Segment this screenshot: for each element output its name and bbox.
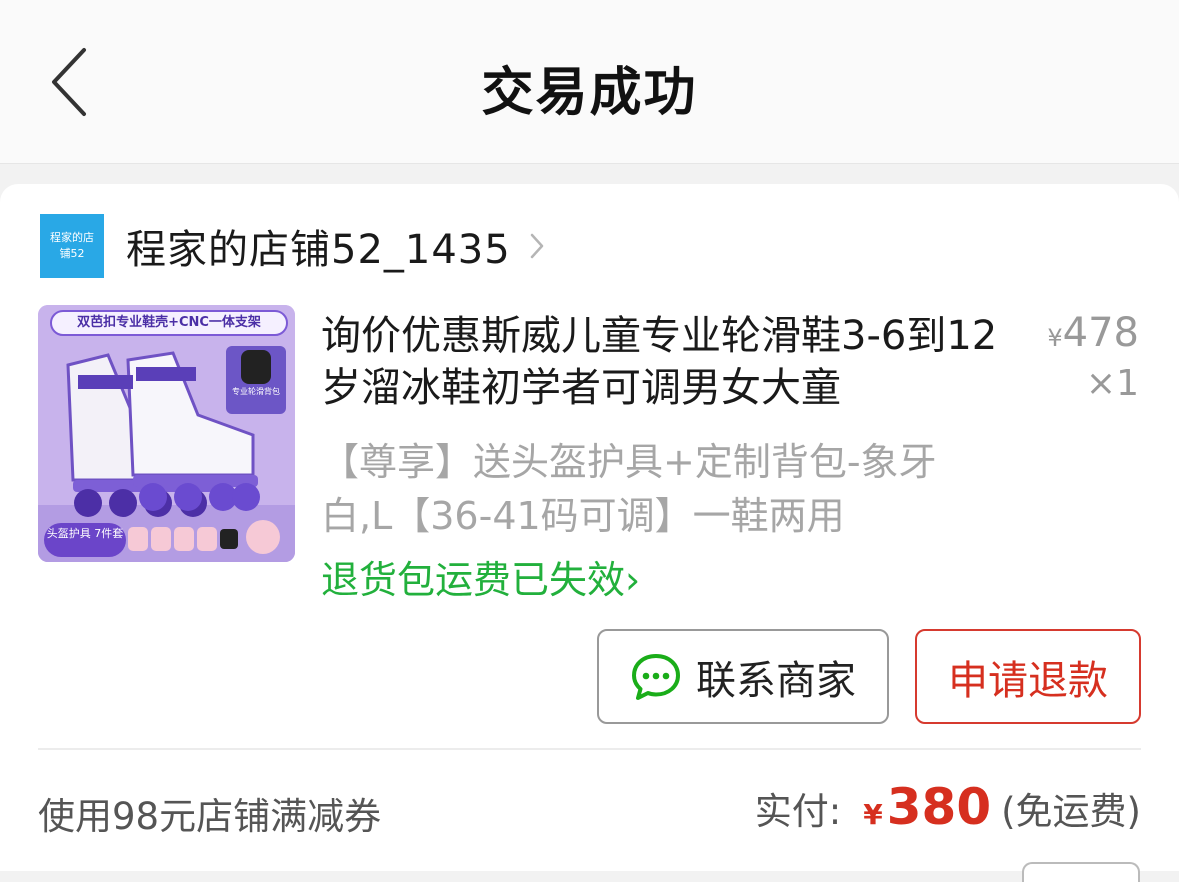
product-price: ¥478 (1047, 310, 1139, 356)
product-spec: 【尊享】送头盔护具+定制背包-象牙白,L【36-41码可调】一鞋两用 (321, 440, 937, 538)
next-card-button-edge[interactable] (1022, 862, 1140, 882)
page-title: 交易成功 (481, 63, 698, 123)
image-guard-label: 头盔护具 7件套 (44, 523, 126, 557)
paid-amount: 380 (886, 778, 992, 836)
product-quantity: ×1 (1085, 363, 1139, 404)
nav-bar: 交易成功 (0, 0, 1179, 164)
price-currency: ¥ (1047, 324, 1063, 352)
contact-seller-button[interactable]: 联系商家 (597, 629, 889, 724)
shop-header[interactable]: 程家的店铺52 程家的店铺52_1435 (40, 213, 545, 279)
paid-currency: ¥ (863, 798, 883, 831)
product-image[interactable]: 双芭扣专业鞋壳+CNC一体支架 专业轮滑背包 头盔护具 7件套 (38, 305, 295, 562)
return-shipping-note[interactable]: 退货包运费已失效› (321, 549, 640, 604)
chevron-right-icon (530, 233, 543, 259)
paid-summary: 实付: ¥ 380 (免运费) (755, 778, 1141, 836)
order-card: 程家的店铺52 程家的店铺52_1435 双芭扣专业鞋壳+CNC一体支架 专业轮… (0, 184, 1179, 871)
shop-name: 程家的店铺52_1435 (126, 227, 511, 273)
image-bag-label: 专业轮滑背包 (226, 346, 286, 414)
coupon-info: 使用98元店铺满减券 (38, 795, 382, 838)
shipping-note: (免运费) (1001, 790, 1141, 833)
paid-label: 实付: (754, 790, 842, 833)
request-refund-button[interactable]: 申请退款 (915, 629, 1141, 724)
chevron-right-icon: › (625, 558, 641, 602)
chat-bubble-icon (632, 653, 680, 700)
return-note-label: 退货包运费已失效 (321, 558, 626, 602)
refund-label: 申请退款 (948, 657, 1108, 704)
divider (38, 748, 1141, 750)
contact-seller-label: 联系商家 (696, 657, 856, 704)
image-banner: 双芭扣专业鞋壳+CNC一体支架 (50, 310, 288, 336)
price-amount: 478 (1062, 310, 1139, 356)
shop-logo: 程家的店铺52 (40, 214, 104, 278)
section-gap (0, 164, 1179, 184)
product-title[interactable]: 询价优惠斯威儿童专业轮滑鞋3-6到12岁溜冰鞋初学者可调男女大童 (321, 310, 1001, 414)
